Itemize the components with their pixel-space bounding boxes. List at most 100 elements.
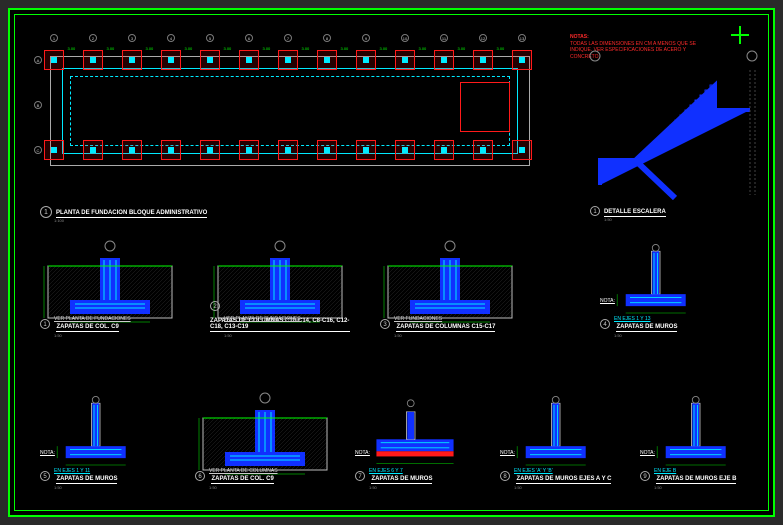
column-icon [168,147,174,153]
north-arrow-icon [731,26,749,44]
nota-label: NOTA: [500,450,515,456]
detail-title: ZAPATAS DE COLUMNAS C15-C17 [396,324,495,332]
title-bubble: 3 [380,319,390,329]
column-icon [285,147,291,153]
grid-bubble-row: C [34,146,42,154]
column-icon [519,57,525,63]
detail-title: ZAPATAS DE COL. C9 [56,324,118,332]
title-bubble: 2 [210,301,220,311]
column-icon [51,57,57,63]
dimension-text: 3.00 [380,46,388,51]
dimension-text: 3.00 [263,46,271,51]
detail-scale: 1:50 [209,485,335,490]
stair-opening [460,82,510,132]
column-icon [90,147,96,153]
title-bubble: 1 [590,206,600,216]
column-icon [324,57,330,63]
grid-bubble-col: 6 [245,34,253,42]
detail-title: ZAPATAS DE MUROS [616,324,677,332]
stair-title: 1 DETALLE ESCALERA 1:50 [590,206,666,222]
dimension-text: 3.00 [302,46,310,51]
detail-subcaption: VER PLANTA DE FUNDACIONES [54,316,131,322]
drawing-sheet: NOTAS: TODAS LAS DIMENSIONES EN CM A MEN… [8,8,775,517]
column-icon [363,57,369,63]
dimension-text: 3.00 [185,46,193,51]
detail-title: ZAPATAS DE MUROS EJES A Y C [516,476,611,484]
nota-label: NOTA: [355,450,370,456]
detail-title: ZAPATAS DE MUROS EJE B [656,476,736,484]
detail-subcaption: VER PLANTA DE COLUMNAS [209,468,278,474]
title-bubble: 1 [40,206,52,218]
title-bubble: 6 [195,471,205,481]
detail-scale: 1:50 [614,333,720,338]
grid-bubble-col: 12 [479,34,487,42]
grid-bubble-row: B [34,101,42,109]
dimension-text: 3.00 [419,46,427,51]
column-icon [129,57,135,63]
grid-bubble-col: 3 [128,34,136,42]
detail-subcaption: VER FUNDACIONES [394,316,442,322]
grid-bubble-col: 10 [401,34,409,42]
column-icon [246,57,252,63]
detail-subcaption: EN EJES 1 Y 11 [54,468,90,474]
title-scale: 1:100 [54,218,207,223]
title-text: DETALLE ESCALERA [604,209,666,217]
title-bubble: 9 [640,471,650,481]
detail-title: ZAPATAS DE COL. C9 [211,476,273,484]
column-icon [285,57,291,63]
dimension-text: 3.00 [497,46,505,51]
detail-scale: 1:50 [514,485,620,490]
dimension-text: 3.00 [107,46,115,51]
detail-subcaption: EN EJE B [654,468,676,474]
grid-bubble-col: 4 [167,34,175,42]
column-icon [324,147,330,153]
title-bubble: 8 [500,471,510,481]
nota-label: NOTA: [40,450,55,456]
dimension-text: 3.00 [458,46,466,51]
title-scale: 1:50 [604,217,666,222]
detail-scale: 1:50 [369,485,475,490]
grid-bubble-col: 9 [362,34,370,42]
detail-scale: 1:50 [224,333,350,338]
detail-scale: 1:50 [394,333,520,338]
nota-label: NOTA: [640,450,655,456]
stair-detail [580,50,760,200]
column-icon [51,147,57,153]
title-text: PLANTA DE FUNDACION BLOQUE ADMINISTRATIV… [56,210,207,218]
column-icon [402,147,408,153]
detail-subcaption: VER PLANTA DE FUNDACIONES [224,316,301,322]
detail-subcaption: EN EJES 6 Y 7 [369,468,403,474]
title-bubble: 1 [40,319,50,329]
grid-bubble-col: 5 [206,34,214,42]
title-bubble: 5 [40,471,50,481]
column-icon [441,147,447,153]
dimension-text: 3.00 [68,46,76,51]
detail-subcaption: EN EJES 1 Y 13 [614,316,651,322]
column-icon [441,57,447,63]
notes-heading: NOTAS: [570,34,589,40]
column-icon [207,147,213,153]
grid-bubble-col: 7 [284,34,292,42]
grid-bubble-col: 13 [518,34,526,42]
detail-scale: 1:50 [54,485,160,490]
detail-scale: 1:50 [654,485,760,490]
nota-label: NOTA: [600,298,615,304]
column-icon [363,147,369,153]
column-icon [480,147,486,153]
plan-wall-line-2 [70,76,510,146]
title-bubble: 7 [355,471,365,481]
column-icon [480,57,486,63]
grid-bubble-col: 2 [89,34,97,42]
column-icon [129,147,135,153]
grid-bubble-col: 1 [50,34,58,42]
foundation-plan: 12345678910111213ABC 3.003.003.003.003.0… [40,32,540,182]
detail-title: ZAPATAS DE MUROS [56,476,117,484]
column-icon [168,57,174,63]
column-icon [207,57,213,63]
grid-bubble-col: 11 [440,34,448,42]
title-bubble: 4 [600,319,610,329]
dimension-text: 3.00 [224,46,232,51]
detail-subcaption: EN EJES 'A' Y 'B' [514,468,553,474]
column-icon [246,147,252,153]
grid-bubble-row: A [34,56,42,64]
